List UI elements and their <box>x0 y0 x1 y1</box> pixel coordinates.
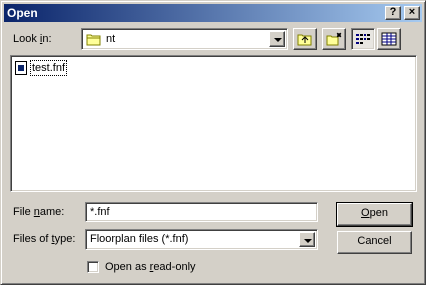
look-in-dropdown-button[interactable] <box>269 31 285 47</box>
window-title: Open <box>7 6 38 20</box>
up-one-level-button[interactable] <box>293 28 317 50</box>
details-view-icon <box>381 32 397 46</box>
open-dialog: Open ? × Look in: nt test.fnf File name:… <box>0 0 426 285</box>
file-name-input[interactable]: *.fnf <box>85 202 318 222</box>
read-only-label[interactable]: Open as read-only <box>105 260 196 274</box>
look-in-label: Look in: <box>13 33 52 45</box>
close-button[interactable]: × <box>404 6 420 20</box>
file-name-value: *.fnf <box>90 206 110 218</box>
help-button[interactable]: ? <box>385 6 401 20</box>
file-type-combo[interactable]: Floorplan files (*.fnf) <box>85 229 318 250</box>
file-type-dropdown-button[interactable] <box>299 232 315 247</box>
file-name: test.fnf <box>30 60 68 76</box>
files-of-type-label: Files of type: <box>13 233 76 245</box>
cancel-button[interactable]: Cancel <box>337 231 412 254</box>
up-folder-icon <box>297 34 312 46</box>
open-button-label: Open <box>361 207 388 219</box>
help-icon: ? <box>389 6 397 18</box>
title-bar[interactable]: Open ? × <box>4 4 422 22</box>
file-type-value: Floorplan files (*.fnf) <box>90 233 189 245</box>
close-icon: × <box>408 6 416 18</box>
file-name-label: File name: <box>13 206 65 218</box>
document-icon <box>15 61 27 75</box>
new-folder-icon <box>326 32 342 46</box>
read-only-checkbox[interactable] <box>87 261 99 273</box>
list-view-button[interactable] <box>351 28 375 50</box>
look-in-value: nt <box>106 33 116 45</box>
open-button[interactable]: Open <box>336 202 413 227</box>
look-in-combo[interactable]: nt <box>81 28 288 50</box>
file-list[interactable] <box>10 55 417 192</box>
details-view-button[interactable] <box>377 28 401 50</box>
create-new-folder-button[interactable] <box>322 28 346 50</box>
chevron-down-icon <box>274 38 282 42</box>
folder-icon <box>86 34 101 46</box>
list-view-icon <box>356 34 370 44</box>
chevron-down-icon <box>304 239 312 243</box>
cancel-button-label: Cancel <box>357 235 392 247</box>
